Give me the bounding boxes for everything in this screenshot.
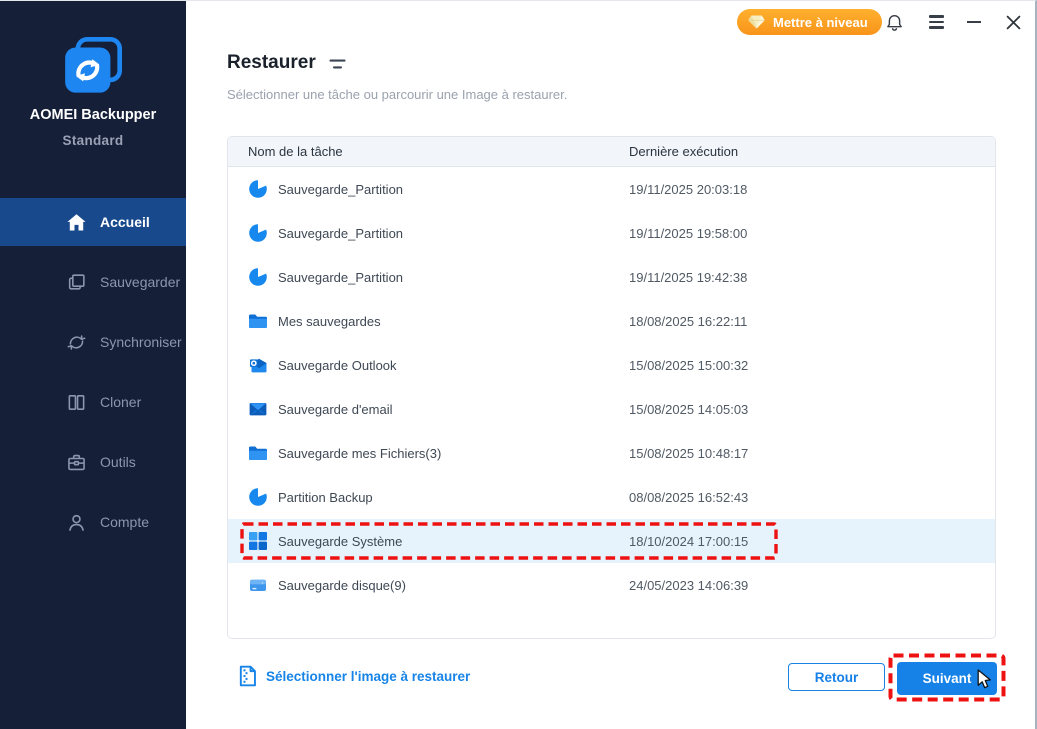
task-last-run: 08/08/2025 16:52:43: [629, 489, 749, 505]
sidebar-item-label: Synchroniser: [100, 334, 182, 350]
partition-backup-icon: [248, 487, 268, 507]
aomei-logo-icon: [0, 37, 186, 95]
task-name: Sauvegarde_Partition: [278, 225, 404, 241]
table-row[interactable]: Sauvegarde d'email 15/08/2025 14:05:03: [228, 387, 995, 431]
task-last-run: 15/08/2025 15:00:32: [629, 357, 749, 373]
table-row[interactable]: Sauvegarde_Partition 19/11/2025 19:58:00: [228, 211, 995, 255]
task-last-run: 19/11/2025 19:58:00: [629, 225, 748, 241]
table-row[interactable]: Sauvegarde_Partition 19/11/2025 20:03:18: [228, 167, 995, 211]
sidebar-item-compte[interactable]: Compte: [0, 498, 186, 546]
table-row[interactable]: Partition Backup 08/08/2025 16:52:43: [228, 475, 995, 519]
partition-backup-icon: [248, 223, 268, 243]
task-name: Partition Backup: [278, 489, 373, 505]
task-name: Sauvegarde Outlook: [278, 357, 397, 373]
task-name: Sauvegarde_Partition: [278, 181, 404, 197]
backup-icon: [66, 272, 87, 293]
task-last-run: 18/10/2024 17:00:15: [629, 533, 749, 549]
sidebar-item-outils[interactable]: Outils: [0, 438, 186, 486]
account-icon: [66, 512, 87, 533]
filter-icon[interactable]: [329, 59, 346, 70]
column-header-last-run: Dernière exécution: [629, 144, 739, 159]
task-table: Nom de la tâche Dernière exécution Sauve…: [227, 136, 996, 639]
task-last-run: 15/08/2025 14:05:03: [629, 401, 749, 417]
sidebar-item-synchroniser[interactable]: Synchroniser: [0, 318, 186, 366]
select-image-label: Sélectionner l'image à restaurer: [266, 668, 471, 684]
sync-icon: [66, 332, 87, 353]
table-header: Nom de la tâche Dernière exécution: [228, 137, 995, 167]
task-name: Sauvegarde d'email: [278, 401, 393, 417]
outlook-backup-icon: [248, 355, 268, 375]
page-title: Restaurer: [227, 52, 316, 73]
clone-icon: [66, 392, 87, 413]
image-file-icon: [237, 664, 258, 688]
task-name: Sauvegarde mes Fichiers(3): [278, 445, 442, 461]
app-window: AOMEI Backupper Standard Accueil Sauvega…: [0, 0, 1037, 729]
task-name: Sauvegarde disque(9): [278, 577, 406, 593]
task-name: Sauvegarde_Partition: [278, 269, 404, 285]
task-last-run: 18/08/2025 16:22:11: [629, 313, 748, 329]
brand-name: AOMEI Backupper: [29, 107, 157, 123]
sidebar-item-label: Accueil: [100, 214, 150, 230]
table-row[interactable]: Sauvegarde_Partition 19/11/2025 19:42:38: [228, 255, 995, 299]
table-row[interactable]: Sauvegarde Système 18/10/2024 17:00:15: [228, 519, 995, 563]
task-name: Mes sauvegardes: [278, 313, 381, 329]
sidebar-item-sauvegarder[interactable]: Sauvegarder: [0, 258, 186, 306]
table-row[interactable]: Sauvegarde mes Fichiers(3) 15/08/2025 10…: [228, 431, 995, 475]
column-header-task-name: Nom de la tâche: [248, 144, 343, 159]
partition-backup-icon: [248, 179, 268, 199]
task-last-run: 15/08/2025 10:48:17: [629, 445, 749, 461]
sidebar-item-label: Compte: [100, 514, 150, 530]
home-icon: [66, 212, 87, 233]
disk-backup-icon: [248, 575, 268, 595]
task-last-run: 19/11/2025 20:03:18: [629, 181, 748, 197]
next-button[interactable]: Suivant: [897, 662, 997, 695]
sidebar-item-label: Sauvegarder: [100, 274, 181, 290]
task-last-run: 19/11/2025 19:42:38: [629, 269, 748, 285]
windows-backup-icon: [248, 531, 268, 551]
sidebar-nav: Accueil Sauvegarder Synchroniser Cloner …: [0, 198, 186, 558]
back-button[interactable]: Retour: [788, 663, 885, 691]
sidebar-item-label: Outils: [100, 454, 136, 470]
main-content: Restaurer Sélectionner une tâche ou parc…: [186, 1, 1035, 729]
table-row[interactable]: Sauvegarde disque(9) 24/05/2023 14:06:39: [228, 563, 995, 607]
brand-edition: Standard: [62, 133, 124, 148]
folder-backup-icon: [248, 311, 268, 331]
tools-icon: [66, 452, 87, 473]
sidebar: AOMEI Backupper Standard Accueil Sauvega…: [0, 1, 186, 729]
table-row[interactable]: Mes sauvegardes 18/08/2025 16:22:11: [228, 299, 995, 343]
task-name: Sauvegarde Système: [278, 533, 403, 549]
folder-backup-icon: [248, 443, 268, 463]
partition-backup-icon: [248, 267, 268, 287]
sidebar-item-cloner[interactable]: Cloner: [0, 378, 186, 426]
table-row[interactable]: Sauvegarde Outlook 15/08/2025 15:00:32: [228, 343, 995, 387]
sidebar-item-label: Cloner: [100, 394, 142, 410]
mail-backup-icon: [248, 399, 268, 419]
sidebar-item-accueil[interactable]: Accueil: [0, 198, 186, 246]
page-subtitle: Sélectionner une tâche ou parcourir une …: [227, 87, 568, 102]
task-last-run: 24/05/2023 14:06:39: [629, 577, 749, 593]
table-body: Sauvegarde_Partition 19/11/2025 20:03:18…: [228, 167, 995, 607]
select-image-link[interactable]: Sélectionner l'image à restaurer: [237, 664, 470, 688]
